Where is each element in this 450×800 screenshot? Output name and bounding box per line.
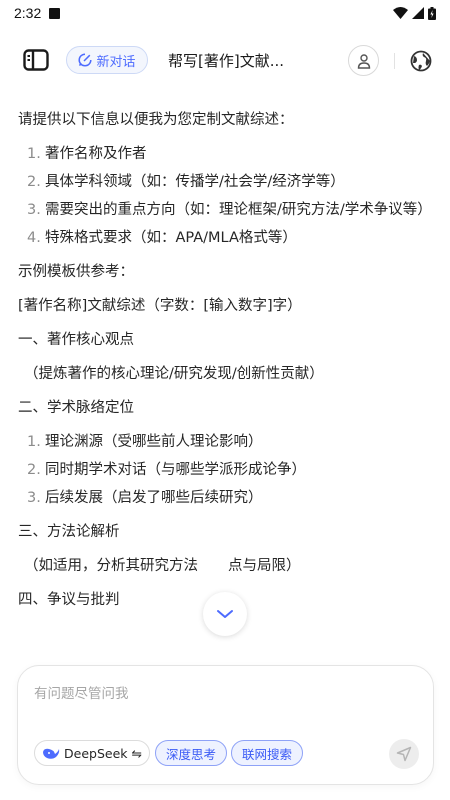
list-text: 需要突出的重点方向（如：理论框架/研究方法/学术争议等）: [45, 202, 432, 218]
sidebar-icon: [23, 49, 49, 71]
list-item: 3. 需要突出的重点方向（如：理论框架/研究方法/学术争议等）: [18, 198, 432, 222]
notification-icon: [49, 7, 61, 19]
wifi-icon: [393, 7, 408, 19]
section3-body: （如适用，分析其研究方法 点与局限）: [18, 554, 432, 578]
list-item: 3. 后续发展（启发了哪些后续研究）: [18, 486, 432, 510]
new-chat-label: 新对话: [96, 54, 136, 70]
user-profile-button[interactable]: [348, 45, 379, 76]
sidebar-toggle-button[interactable]: [22, 48, 50, 72]
chat-header: 新对话 帮写[著作]文献...: [0, 40, 450, 80]
list-item: 2. 同时期学术对话（与哪些学派形成论争）: [18, 458, 432, 482]
list-number: 3.: [27, 490, 41, 506]
section3-body-tail: 点与局限）: [228, 558, 301, 574]
list-text: 著作名称及作者: [45, 146, 147, 162]
message-composer: DeepSeek ⇋ 深度思考 联网搜索: [17, 665, 434, 785]
web-search-label: 联网搜索: [241, 746, 292, 762]
list-item: 4. 特殊格式要求（如：APA/MLA格式等）: [18, 226, 432, 250]
status-bar: 2:32: [0, 0, 450, 26]
section3-heading: 三、方法论解析: [18, 524, 120, 540]
battery-icon: [428, 6, 436, 20]
deepseek-whale-icon: [43, 748, 60, 759]
list-text: 特殊格式要求（如：APA/MLA格式等）: [45, 230, 297, 246]
assistant-message: 请提供以下信息以便我为您定制文献综述： 1. 著作名称及作者 2. 具体学科领域…: [18, 108, 432, 622]
info-list: 1. 著作名称及作者 2. 具体学科领域（如：传播学/社会学/经济学等） 3. …: [18, 142, 432, 250]
intro-text: 请提供以下信息以便我为您定制文献综述：: [18, 112, 294, 128]
list-text: 同时期学术对话（与哪些学派形成论争）: [45, 462, 306, 478]
deep-think-label: 深度思考: [165, 746, 216, 762]
list-text: 具体学科领域（如：传播学/社会学/经济学等）: [45, 174, 345, 190]
list-number: 3.: [27, 202, 41, 218]
section1-body: （提炼著作的核心理论/研究发现/创新性贡献）: [24, 366, 324, 382]
list-number: 2.: [27, 462, 41, 478]
list-text: 理论渊源（受哪些前人理论影响）: [45, 434, 263, 450]
signal-icon: [412, 7, 424, 19]
model-label: DeepSeek ⇋: [64, 745, 142, 761]
deep-think-toggle[interactable]: 深度思考: [155, 740, 227, 766]
list-text: 后续发展（启发了哪些后续研究）: [45, 490, 263, 506]
model-selector-button[interactable]: DeepSeek ⇋: [34, 740, 150, 766]
message-input[interactable]: [34, 682, 414, 706]
chevron-down-icon: [217, 610, 233, 618]
send-button[interactable]: [389, 739, 419, 769]
web-search-toggle[interactable]: 联网搜索: [231, 740, 303, 766]
list-number: 1.: [27, 434, 41, 450]
template-title: [著作名称]文献综述（字数：[输入数字]字）: [18, 298, 302, 314]
status-icons: [393, 6, 436, 20]
status-time: 2:32: [14, 5, 42, 21]
scroll-to-bottom-button[interactable]: [203, 592, 247, 636]
section1-heading: 一、著作核心观点: [18, 332, 134, 348]
language-button[interactable]: [409, 49, 433, 73]
template-intro: 示例模板供参考：: [18, 264, 134, 280]
list-item: 1. 理论渊源（受哪些前人理论影响）: [18, 430, 432, 454]
user-icon: [357, 53, 370, 69]
header-divider: [394, 53, 395, 69]
section2-heading: 二、学术脉络定位: [18, 400, 134, 416]
list-number: 4.: [27, 230, 41, 246]
list-number: 2.: [27, 174, 41, 190]
globe-icon: [410, 50, 432, 72]
section2-list: 1. 理论渊源（受哪些前人理论影响） 2. 同时期学术对话（与哪些学派形成论争）…: [18, 430, 432, 510]
list-item: 2. 具体学科领域（如：传播学/社会学/经济学等）: [18, 170, 432, 194]
list-item: 1. 著作名称及作者: [18, 142, 432, 166]
new-chat-icon: [78, 53, 93, 67]
chat-title[interactable]: 帮写[著作]文献...: [168, 50, 328, 71]
list-number: 1.: [27, 146, 41, 162]
send-icon: [396, 746, 412, 762]
new-chat-button[interactable]: 新对话: [66, 46, 148, 74]
content-fade: [0, 640, 450, 664]
section3-body-start: （如适用，分析其研究方法: [24, 558, 198, 574]
